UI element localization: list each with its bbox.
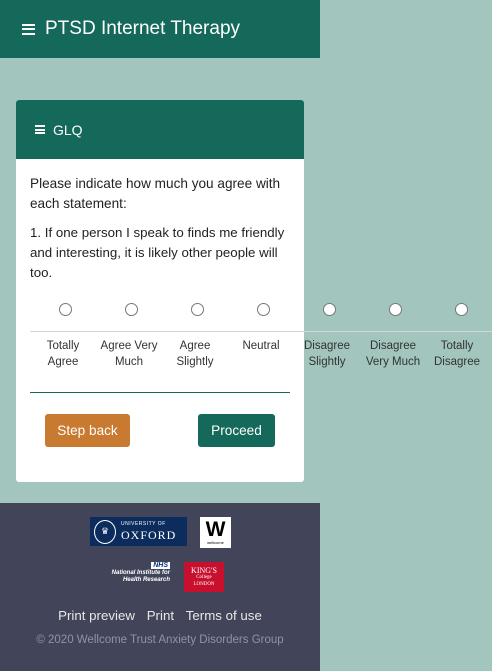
copyright-text: © 2020 Wellcome Trust Anxiety Disorders … <box>36 634 284 646</box>
instruction-text: Please indicate how much you agree with … <box>30 176 281 211</box>
option-label: Agree Slightly <box>176 340 214 368</box>
option-label: Totally Agree <box>46 340 80 368</box>
radio-agree-slightly[interactable] <box>191 303 204 316</box>
wellcome-logo: W wellcome <box>200 517 231 548</box>
print-link[interactable]: Print <box>147 608 174 623</box>
form-divider <box>30 392 290 393</box>
terms-of-use-link[interactable]: Terms of use <box>186 608 262 623</box>
option-label: Totally Disagree <box>433 340 481 368</box>
oxford-logo: ♛ UNIVERSITY OF OXFORD <box>90 517 187 546</box>
radio-agree-very-much[interactable] <box>125 303 138 316</box>
footer-links: Print preview Print Terms of use <box>0 608 320 623</box>
proceed-button[interactable]: Proceed <box>198 414 275 447</box>
radio-disagree-very-much[interactable] <box>389 303 402 316</box>
app-header: PTSD Internet Therapy <box>0 0 320 58</box>
question-text: 1. If one person I speak to finds me fri… <box>30 225 285 280</box>
hamburger-menu-icon[interactable] <box>22 23 35 35</box>
radio-disagree-slightly[interactable] <box>323 303 336 316</box>
step-back-button[interactable]: Step back <box>45 414 130 447</box>
print-preview-link[interactable]: Print preview <box>58 608 135 623</box>
radio-neutral[interactable] <box>257 303 270 316</box>
scale-divider <box>30 331 492 332</box>
radio-totally-disagree[interactable] <box>455 303 468 316</box>
radio-totally-agree[interactable] <box>59 303 72 316</box>
app-title: PTSD Internet Therapy <box>45 18 241 39</box>
card-menu-icon[interactable] <box>35 125 45 134</box>
kings-college-logo: KING'S College LONDON <box>184 562 224 592</box>
oxford-crest-icon: ♛ <box>94 519 116 544</box>
option-label: Agree Very Much <box>100 340 158 368</box>
option-label: Neutral <box>242 340 280 352</box>
footer: ♛ UNIVERSITY OF OXFORD W wellcome NHS Na… <box>0 503 320 671</box>
card-header: GLQ <box>16 100 304 159</box>
option-label: Disagree Slightly <box>303 340 351 368</box>
nihr-logo: NHS National Institute for Health Resear… <box>111 562 170 583</box>
card-title: GLQ <box>53 121 83 138</box>
option-label: Disagree Very Much <box>365 340 421 368</box>
